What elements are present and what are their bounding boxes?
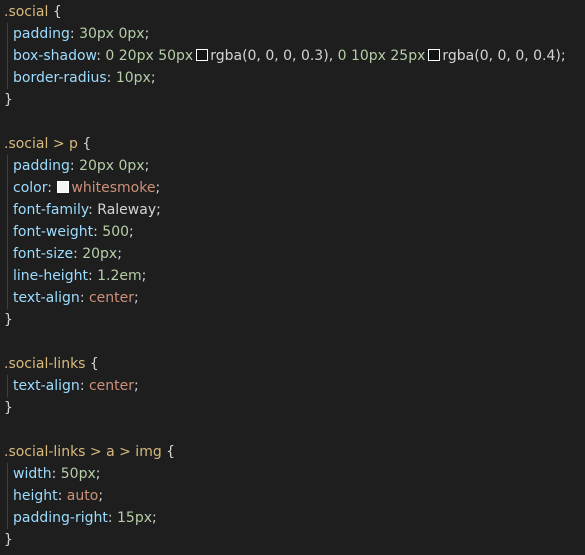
open-brace: { [48,4,62,20]
css-property: padding [13,26,70,42]
css-value: 20px 0px [79,158,145,174]
css-value: whitesmoke [71,180,156,196]
css-selector: .social-links [4,356,86,372]
css-property: box-shadow [13,48,97,64]
css-property: width [13,466,52,482]
open-brace: { [161,444,176,460]
css-value: 20px [82,246,118,262]
code-line: font-size: 20px; [0,243,585,265]
css-value: 10px [115,70,151,86]
code-line: width: 50px; [0,463,585,485]
css-value: 0 10px 25px [337,48,426,64]
code-line: font-weight: 500; [0,221,585,243]
indent-guide [7,287,8,309]
indent-guide [7,221,8,243]
code-line: .social { [0,1,585,23]
css-value: 500 [102,224,130,240]
css-property: height [13,488,58,504]
color-swatch-icon[interactable] [428,49,441,61]
code-line: text-align: center; [0,375,585,397]
code-line: padding-right: 15px; [0,507,585,529]
code-editor[interactable]: .social { padding: 30px 0px; box-shadow:… [0,0,585,555]
close-brace: } [4,532,13,548]
css-property: padding [13,158,70,174]
color-swatch-icon[interactable] [57,181,70,193]
css-property: font-weight [13,224,94,240]
code-line: .social-links > a > img { [0,441,585,463]
indent-guide [7,463,8,485]
css-value: 50px [60,466,96,482]
indent-guide [7,375,8,397]
open-brace: { [77,136,92,152]
indent-guide [7,243,8,265]
code-line: } [0,529,585,551]
css-selector: .social-links > a > img [4,444,162,460]
css-property: line-height [13,268,88,284]
css-value: 15px [117,510,153,526]
indent-guide [7,199,8,221]
css-value: rgba(0, 0, 0, 0.4) [442,48,561,64]
code-line: padding: 30px 0px; [0,23,585,45]
code-line: padding: 20px 0px; [0,155,585,177]
code-line: text-align: center; [0,287,585,309]
css-property: padding-right [13,510,108,526]
css-property: text-align [13,290,80,306]
open-brace: { [85,356,99,372]
code-line: font-family: Raleway; [0,199,585,221]
code-line: .social > p { [0,133,585,155]
code-line: .social-links { [0,353,585,375]
code-line: border-radius: 10px; [0,67,585,89]
css-value: 0 20px 50px [105,48,194,64]
css-property: text-align [13,378,80,394]
code-line: } [0,309,585,331]
code-line: } [0,397,585,419]
css-property: font-size [13,246,74,262]
close-brace: } [4,400,13,416]
color-swatch-icon[interactable] [196,49,209,61]
close-brace: } [4,92,13,108]
css-value: rgba(0, 0, 0, 0.3) [210,48,329,64]
close-brace: } [4,312,13,328]
code-line: } [0,89,585,111]
css-value: 30px 0px [79,26,145,42]
css-selector: .social [4,4,49,20]
css-value: 1.2em [97,268,142,284]
css-value: auto [66,488,99,504]
css-property: border-radius [13,70,107,86]
css-property: font-family [13,202,89,218]
indent-guide [7,485,8,507]
indent-guide [7,23,8,45]
code-line: box-shadow: 0 20px 50px rgba(0, 0, 0, 0.3… [0,45,585,67]
indent-guide [7,45,8,67]
css-selector: .social > p [4,136,78,152]
indent-guide [7,265,8,287]
code-line: height: auto; [0,485,585,507]
code-line: line-height: 1.2em; [0,265,585,287]
indent-guide [7,155,8,177]
css-property: color [13,180,48,196]
css-value: Raleway [97,202,157,218]
code-line: color: whitesmoke; [0,177,585,199]
css-value: center [88,290,135,306]
indent-guide [7,507,8,529]
indent-guide [7,177,8,199]
indent-guide [7,67,8,89]
css-value: center [88,378,135,394]
